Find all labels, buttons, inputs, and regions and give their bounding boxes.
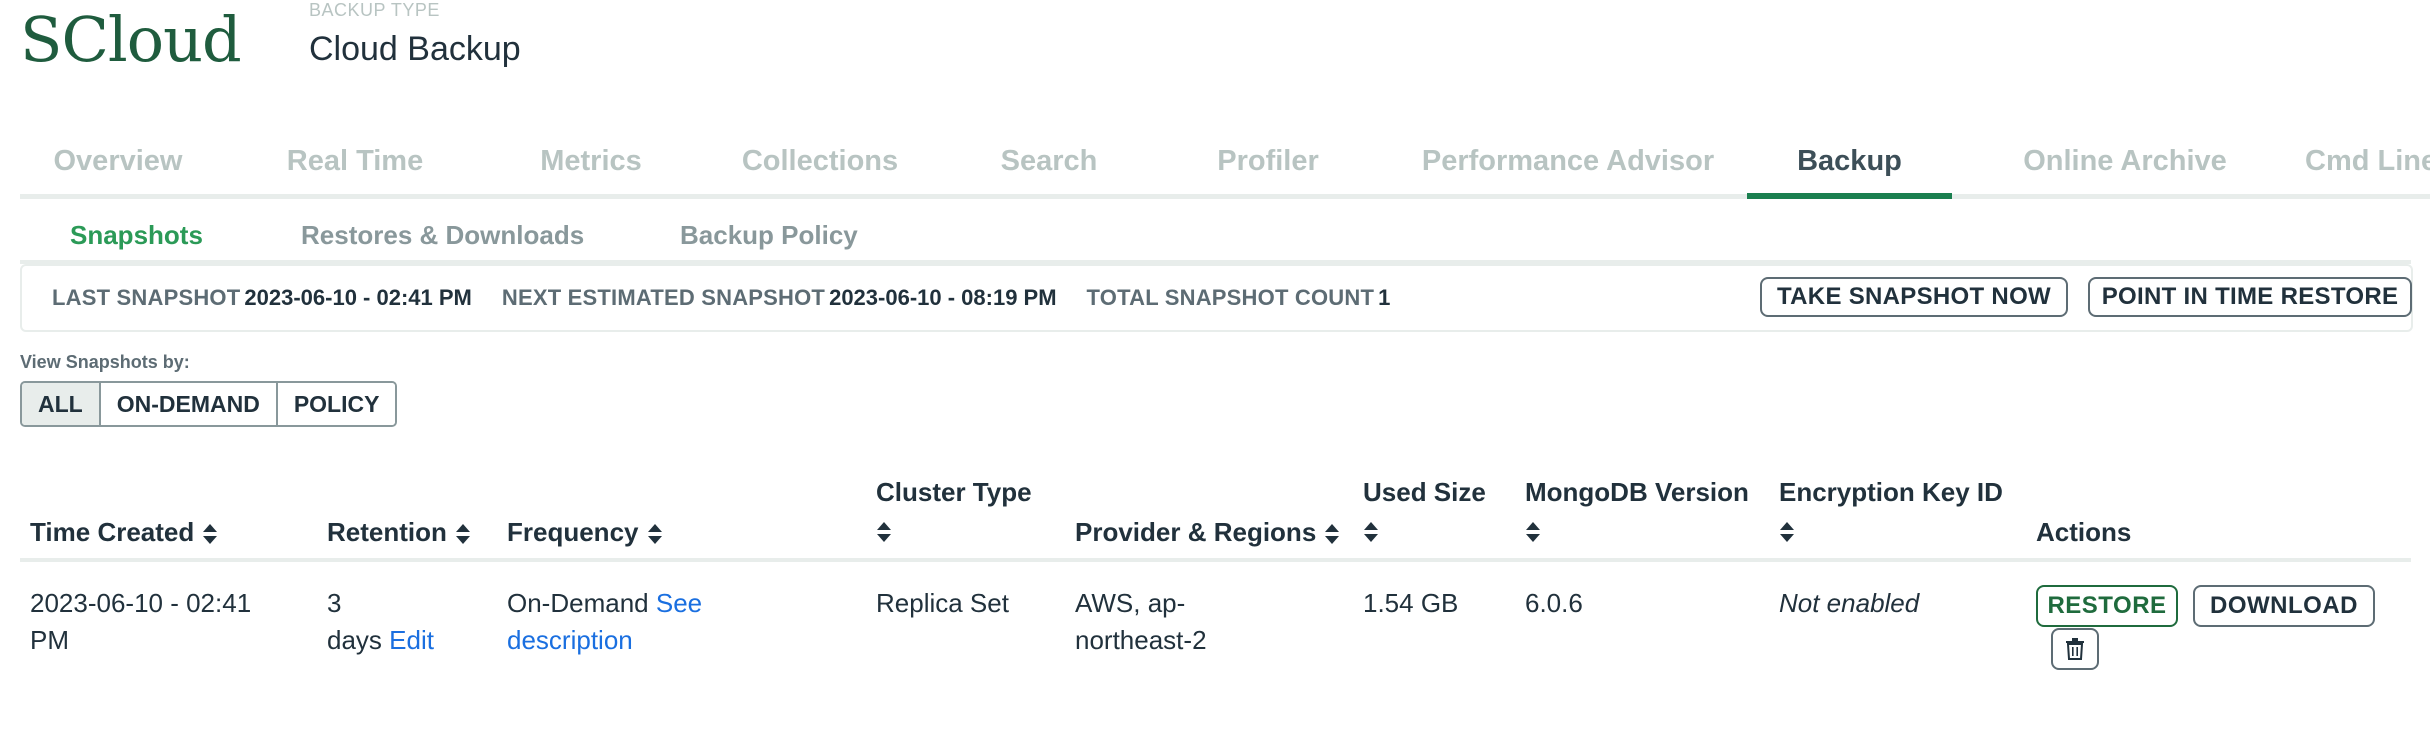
- column-header-retention[interactable]: Retention: [327, 512, 471, 552]
- sort-icon: [1526, 522, 1540, 542]
- sort-icon: [1780, 522, 1794, 542]
- tab-search[interactable]: Search: [951, 128, 1147, 194]
- point-in-time-restore-button[interactable]: POINT IN TIME RESTORE: [2088, 277, 2412, 317]
- filter-policy-button[interactable]: POLICY: [275, 383, 396, 425]
- column-header-label: Encryption Key ID: [1779, 477, 2003, 507]
- column-header-label: MongoDB Version: [1525, 477, 1749, 507]
- column-header-label: Provider & Regions: [1075, 517, 1317, 547]
- column-header-label: Time Created: [30, 517, 195, 547]
- time-created-line-2: PM: [30, 625, 69, 655]
- tab-real-time[interactable]: Real Time: [257, 128, 453, 194]
- sort-icon: [455, 524, 470, 545]
- column-header-used-size[interactable]: Used Size: [1363, 472, 1486, 555]
- see-description-link[interactable]: See: [656, 588, 702, 618]
- backup-type-value: Cloud Backup: [309, 30, 521, 68]
- take-snapshot-now-button[interactable]: TAKE SNAPSHOT NOW: [1760, 277, 2068, 317]
- tab-overview[interactable]: Overview: [20, 128, 216, 194]
- cell-retention: 3 days Edit: [327, 585, 434, 659]
- column-header-provider-regions[interactable]: Provider & Regions: [1075, 512, 1340, 552]
- column-header-actions: Actions: [2036, 517, 2132, 547]
- snapshot-count-label: TOTAL SNAPSHOT COUNT: [1086, 285, 1375, 310]
- edit-retention-link[interactable]: Edit: [389, 625, 434, 655]
- cell-cluster-type: Replica Set: [876, 588, 1009, 618]
- column-header-label: Used Size: [1363, 477, 1486, 507]
- tab-backup[interactable]: Backup: [1747, 128, 1952, 199]
- cell-mongodb-version: 6.0.6: [1525, 588, 1583, 618]
- last-snapshot-value: 2023-06-10 - 02:41 PM: [244, 285, 472, 310]
- column-header-cluster-type[interactable]: Cluster Type: [876, 472, 1032, 555]
- column-header-label: Cluster Type: [876, 477, 1032, 507]
- app-logo: SCloud: [20, 3, 242, 76]
- restore-button[interactable]: RESTORE: [2036, 585, 2178, 627]
- sort-icon: [647, 524, 662, 545]
- next-snapshot-value: 2023-06-10 - 08:19 PM: [829, 285, 1057, 310]
- column-header-mongodb-version[interactable]: MongoDB Version: [1525, 472, 1749, 555]
- see-description-link-continued[interactable]: description: [507, 622, 702, 659]
- column-header-label: Retention: [327, 517, 447, 547]
- backup-type-label: BACKUP TYPE: [309, 0, 440, 20]
- tab-online-archive[interactable]: Online Archive: [1980, 128, 2270, 194]
- retention-value: 3: [327, 588, 342, 618]
- snapshot-summary-bar: LAST SNAPSHOT 2023-06-10 - 02:41 PM NEXT…: [20, 264, 2413, 332]
- time-created-line-1: 2023-06-10 - 02:41: [30, 588, 252, 618]
- sub-tab-bar: Snapshots Restores & Downloads Backup Po…: [20, 210, 2411, 264]
- subtab-snapshots[interactable]: Snapshots: [70, 210, 203, 260]
- cell-time-created: 2023-06-10 - 02:41 PM: [30, 585, 251, 659]
- sort-icon: [877, 522, 891, 542]
- sort-icon: [1364, 522, 1378, 542]
- cell-frequency: On-Demand See description: [507, 585, 702, 659]
- next-snapshot-label: NEXT ESTIMATED SNAPSHOT: [501, 285, 826, 310]
- main-tab-bar: Overview Real Time Metrics Collections S…: [20, 128, 2430, 199]
- sort-icon: [203, 524, 218, 545]
- frequency-value: On-Demand: [507, 588, 649, 618]
- column-header-label: Frequency: [507, 517, 639, 547]
- filter-all-button[interactable]: ALL: [22, 383, 99, 425]
- cell-used-size: 1.54 GB: [1363, 588, 1459, 618]
- snapshot-count-value: 1: [1378, 285, 1391, 310]
- sort-icon: [1325, 524, 1340, 545]
- column-header-frequency[interactable]: Frequency: [507, 512, 663, 552]
- filter-on-demand-button[interactable]: ON-DEMAND: [98, 383, 276, 425]
- tab-profiler[interactable]: Profiler: [1170, 128, 1366, 194]
- tab-collections[interactable]: Collections: [722, 128, 918, 194]
- delete-snapshot-button[interactable]: [2051, 628, 2099, 670]
- column-header-time-created[interactable]: Time Created: [30, 512, 218, 552]
- table-header-divider: [20, 558, 2411, 562]
- snapshot-filter-segmented-control: ALL ON-DEMAND POLICY: [20, 381, 398, 427]
- tab-performance-advisor[interactable]: Performance Advisor: [1390, 128, 1746, 194]
- tab-cmd-line[interactable]: Cmd Line: [2305, 128, 2430, 194]
- provider-line-1: AWS, ap-: [1075, 588, 1186, 618]
- column-header-encryption-key-id[interactable]: Encryption Key ID: [1779, 472, 2003, 555]
- last-snapshot-label: LAST SNAPSHOT: [52, 285, 241, 310]
- subtab-backup-policy[interactable]: Backup Policy: [680, 210, 858, 260]
- subtab-restores-downloads[interactable]: Restores & Downloads: [301, 210, 584, 260]
- cell-encryption-key-id: Not enabled: [1779, 588, 1920, 618]
- view-snapshots-by-label: View Snapshots by:: [20, 352, 190, 372]
- provider-line-2: northeast-2: [1075, 625, 1207, 655]
- snapshot-summary-text: LAST SNAPSHOT 2023-06-10 - 02:41 PM NEXT…: [52, 266, 1420, 330]
- tab-metrics[interactable]: Metrics: [493, 128, 689, 194]
- retention-unit: days: [327, 625, 382, 655]
- cell-provider-regions: AWS, ap- northeast-2: [1075, 585, 1207, 659]
- download-button[interactable]: DOWNLOAD: [2193, 585, 2375, 627]
- trash-icon: [2066, 638, 2084, 660]
